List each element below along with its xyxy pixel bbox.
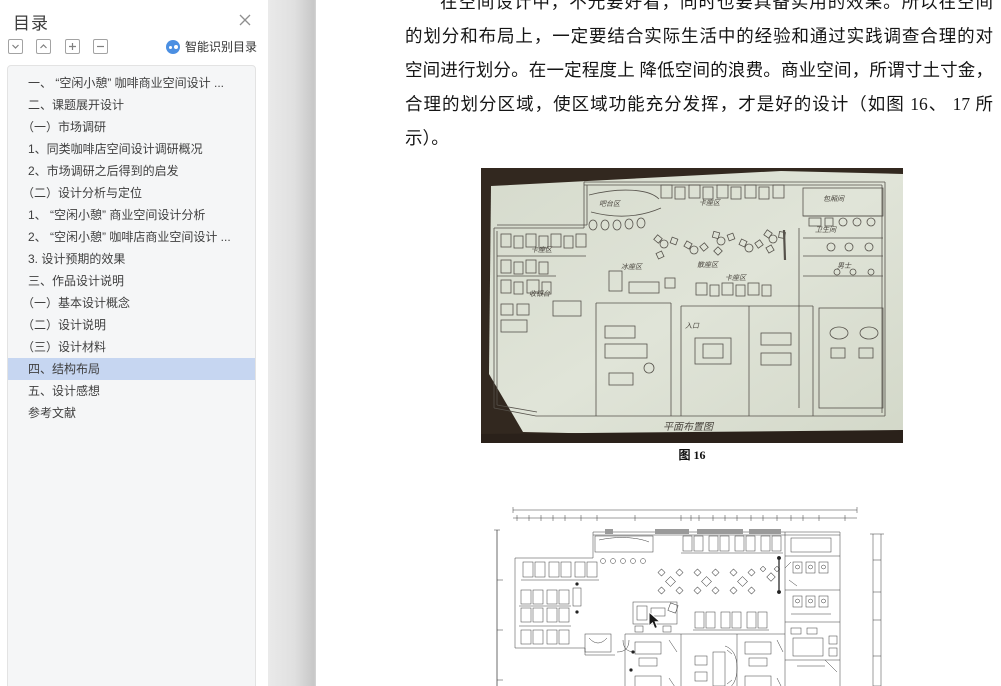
document-page[interactable]: 在空间设计中，不光要好看，同时也要具备实用的效果。所以在空间 的划分和布局上，一…	[316, 0, 1001, 686]
toc-item[interactable]: 参考文献	[8, 402, 255, 424]
expand-all-icon[interactable]	[8, 39, 23, 54]
toc-item[interactable]: 2、 “空闲小憩” 咖啡店商业空间设计 ...	[8, 226, 255, 248]
paragraph-line: 空间进行划分。在一定程度上 降低空间的浪费。商业空间，所谓寸土寸金，	[405, 60, 993, 80]
sketch-label: 包厢间	[823, 195, 845, 203]
zoom-in-icon[interactable]	[64, 39, 80, 54]
toc-item[interactable]: 3. 设计预期的效果	[8, 248, 255, 270]
sketch-label: 卡座区	[699, 199, 721, 207]
mouse-cursor	[648, 610, 662, 635]
smart-ai-icon	[166, 40, 180, 54]
sketch-label: 冰座区	[621, 263, 643, 271]
paragraph-line: 示）。	[405, 128, 449, 148]
sketch-label: 卡座区	[531, 246, 553, 254]
figure-16-caption: 图 16	[678, 448, 706, 462]
sketch-label: 收银台	[529, 290, 551, 298]
close-icon[interactable]	[238, 13, 252, 27]
toc-item[interactable]: 2、市场调研之后得到的启发	[8, 160, 255, 182]
sketch-label: 卡座区	[725, 274, 747, 282]
document-viewer: 在空间设计中，不光要好看，同时也要具备实用的效果。所以在空间 的划分和布局上，一…	[268, 0, 1001, 686]
toc-list: 一、 “空闲小憩” 咖啡商业空间设计 ... 二、课题展开设计 （一）市场调研 …	[7, 65, 256, 686]
toc-item[interactable]: 1、 “空闲小憩” 商业空间设计分析	[8, 204, 255, 226]
sketch-label: 吧台区	[599, 200, 621, 208]
toc-item[interactable]: 二、课题展开设计	[8, 94, 255, 116]
paragraph-line: 合理的划分区域，使区域功能充分发挥，才是好的设计（如图 16、 17 所	[405, 94, 993, 114]
toc-sidebar: 目录 智能识别目录 一、 “空闲小憩” 咖啡商业空间设计 ... 二、课题展开设…	[0, 0, 268, 686]
sketch-label: 入口	[685, 322, 700, 330]
toc-item[interactable]: （二）设计分析与定位	[8, 182, 255, 204]
toc-item[interactable]: 1、同类咖啡店空间设计调研概况	[8, 138, 255, 160]
toc-item[interactable]: 一、 “空闲小憩” 咖啡商业空间设计 ...	[8, 72, 255, 94]
pdf-reader-window: 目录 智能识别目录 一、 “空闲小憩” 咖啡商业空间设计 ... 二、课题展开设…	[0, 0, 1001, 686]
toc-title: 目录	[13, 14, 49, 33]
sketch-label: 卫生间	[815, 226, 837, 234]
sketch-label: 男士	[837, 262, 852, 270]
toc-item[interactable]: （一）基本设计概念	[8, 292, 255, 314]
toc-item[interactable]: （一）市场调研	[8, 116, 255, 138]
figure-17-cad-plan	[485, 500, 895, 686]
sketch-label-title: 平面布置图	[663, 421, 715, 433]
toc-item-active[interactable]: 四、结构布局	[8, 358, 255, 380]
smart-toc-label: 智能识别目录	[185, 40, 258, 54]
toc-item[interactable]: 三、作品设计说明	[8, 270, 255, 292]
figure-16-sketch-photo: 吧台区 卡座区 包厢间 卫生间 卡座区 散座区 冰座区 卡座区 男士 收银台 入…	[481, 168, 903, 443]
sketch-label: 散座区	[697, 261, 719, 269]
page-edge-shadow	[268, 0, 316, 686]
toc-item[interactable]: （二）设计说明	[8, 314, 255, 336]
toc-item[interactable]: （三）设计材料	[8, 336, 255, 358]
paragraph: 在空间设计中，不光要好看，同时也要具备实用的效果。所以在空间 的划分和布局上，一…	[405, 0, 993, 155]
collapse-all-icon[interactable]	[36, 39, 52, 54]
zoom-out-icon[interactable]	[93, 39, 109, 54]
toc-toolbar	[8, 39, 117, 55]
paragraph-line: 的划分和布局上，一定要结合实际生活中的经验和通过实践调查合理的对	[405, 26, 993, 46]
smart-toc-button[interactable]: 智能识别目录	[166, 38, 257, 54]
paragraph-line: 在空间设计中，不光要好看，同时也要具备实用的效果。所以在空间	[440, 0, 993, 12]
toc-item[interactable]: 五、设计感想	[8, 380, 255, 402]
